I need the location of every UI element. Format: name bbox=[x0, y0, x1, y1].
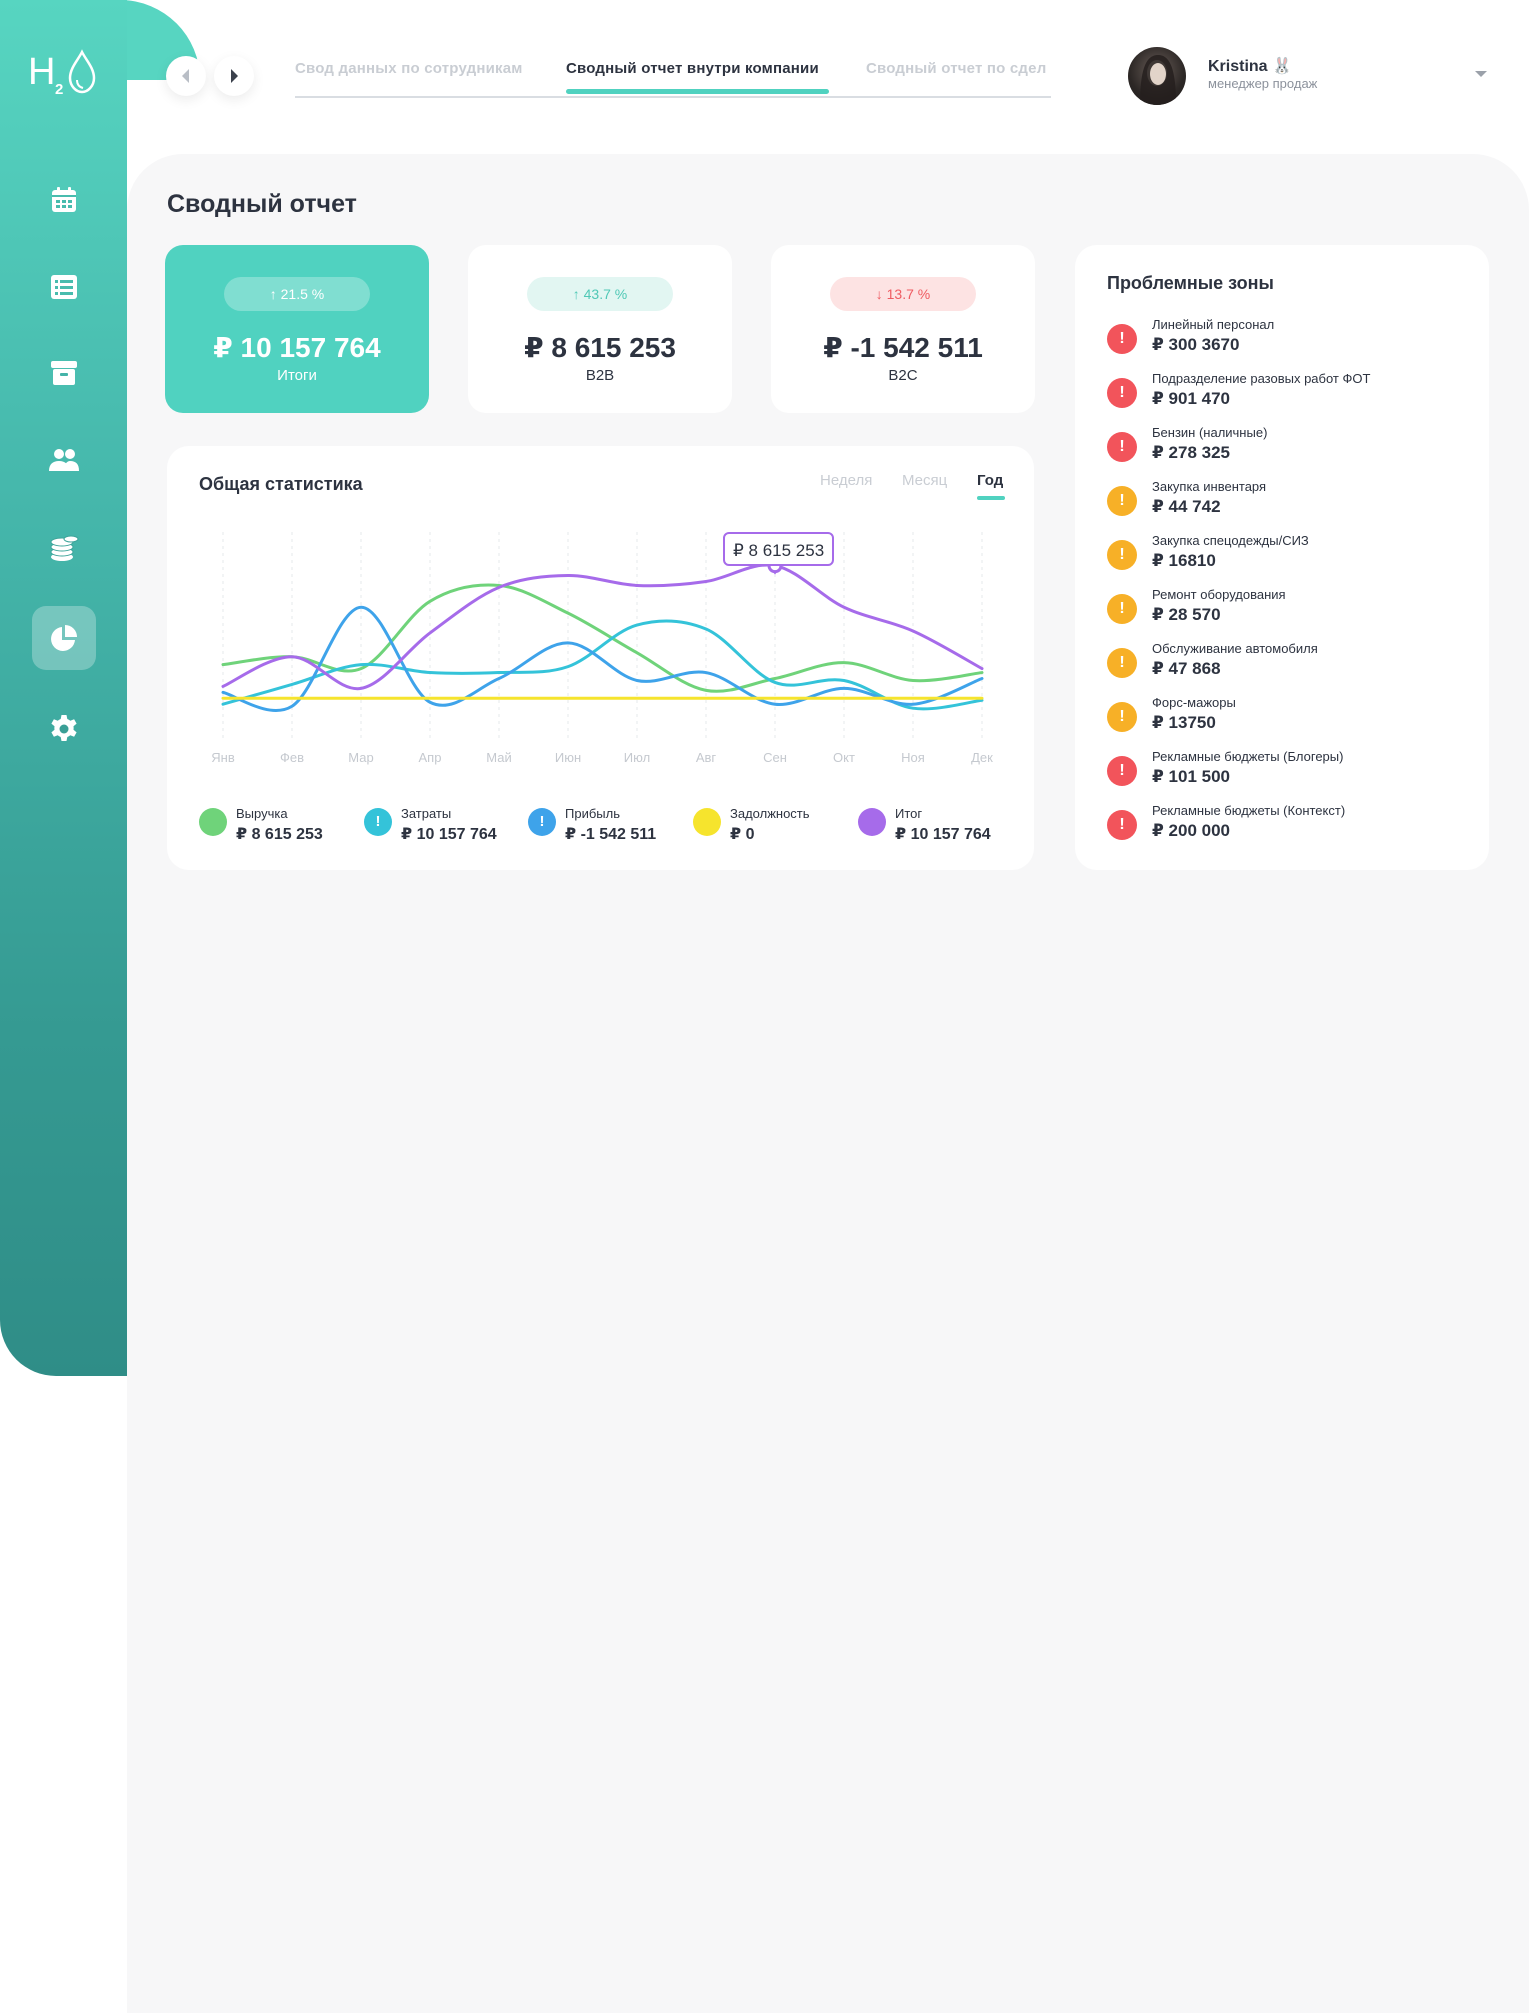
problem-name: Обслуживание автомобиля bbox=[1152, 641, 1318, 656]
alert-icon: ! bbox=[1107, 648, 1137, 678]
problems-title: Проблемные зоны bbox=[1107, 273, 1274, 293]
x-tick-label: Фев bbox=[280, 750, 304, 765]
problem-value: ₽ 101 500 bbox=[1152, 767, 1231, 786]
problem-name: Форс-мажоры bbox=[1152, 695, 1236, 710]
problems-card: Проблемные зоны ! Линейный персонал ₽ 300 … bbox=[1075, 245, 1489, 870]
alert-icon: ! bbox=[1107, 486, 1137, 516]
x-tick-label: Дек bbox=[971, 750, 993, 765]
legend-value: ₽ -1 542 511 bbox=[565, 826, 657, 843]
alert-icon: ! bbox=[1107, 540, 1137, 570]
problem-value: ₽ 200 000 bbox=[1152, 821, 1231, 840]
problem-item[interactable]: ! Подразделение разовых работ ФОТ ₽ 901 47… bbox=[1107, 371, 1477, 421]
x-tick-label: Июн bbox=[555, 750, 581, 765]
problem-item[interactable]: ! Рекламные бюджеты (Блогеры) ₽ 101 500 bbox=[1107, 749, 1477, 799]
problem-name: Закупка инвентаря bbox=[1152, 479, 1267, 494]
alert-icon: ! bbox=[1107, 324, 1137, 354]
problem-item[interactable]: ! Обслуживание автомобиля ₽ 47 868 bbox=[1107, 641, 1477, 691]
problem-item[interactable]: ! Закупка инвентаря ₽ 44 742 bbox=[1107, 479, 1477, 529]
legend-name: Прибыль bbox=[565, 806, 620, 821]
legend-value: ₽ 8 615 253 bbox=[236, 826, 323, 843]
problem-value: ₽ 44 742 bbox=[1152, 497, 1221, 516]
x-tick-label: Окт bbox=[833, 750, 855, 765]
alert-icon: ! bbox=[1107, 702, 1137, 732]
legend-value: ₽ 10 157 764 bbox=[401, 826, 497, 843]
legend-dot: ! bbox=[364, 808, 392, 836]
problem-item[interactable]: ! Форс-мажоры ₽ 13750 bbox=[1107, 695, 1477, 745]
problem-item[interactable]: ! Ремонт оборудования ₽ 28 570 bbox=[1107, 587, 1477, 637]
problem-item[interactable]: ! Закупка спецодежды/СИЗ ₽ 16810 bbox=[1107, 533, 1477, 583]
problem-value: ₽ 16810 bbox=[1152, 551, 1216, 570]
problem-value: ₽ 13750 bbox=[1152, 713, 1216, 732]
x-tick-label: Апр bbox=[419, 750, 442, 765]
problem-name: Линейный персонал bbox=[1152, 317, 1275, 332]
legend-dot bbox=[199, 808, 227, 836]
problem-name: Бензин (наличные) bbox=[1152, 425, 1268, 440]
problem-value: ₽ 278 325 bbox=[1152, 443, 1231, 462]
problem-value: ₽ 47 868 bbox=[1152, 659, 1221, 678]
x-tick-label: Авг bbox=[696, 750, 717, 765]
chart-tooltip: ₽ 8 615 253 bbox=[723, 532, 835, 566]
alert-icon: ! bbox=[1107, 378, 1137, 408]
problem-value: ₽ 901 470 bbox=[1152, 389, 1231, 408]
legend-dot: ! bbox=[528, 808, 556, 836]
x-tick-label: Май bbox=[486, 750, 511, 765]
legend-dot bbox=[693, 808, 721, 836]
problem-name: Ремонт оборудования bbox=[1152, 587, 1286, 602]
x-tick-label: Сен bbox=[763, 750, 787, 765]
legend-value: ₽ 10 157 764 bbox=[895, 826, 991, 843]
legend-name: Итог bbox=[895, 806, 923, 821]
legend-name: Задолжность bbox=[730, 806, 810, 821]
problem-name: Закупка спецодежды/СИЗ bbox=[1152, 533, 1309, 548]
problem-name: Подразделение разовых работ ФОТ bbox=[1152, 371, 1371, 386]
problem-name: Рекламные бюджеты (Блогеры) bbox=[1152, 749, 1344, 764]
problem-item[interactable]: ! Бензин (наличные) ₽ 278 325 bbox=[1107, 425, 1477, 475]
x-tick-label: Мар bbox=[348, 750, 373, 765]
series-line bbox=[221, 583, 984, 693]
legend-dot bbox=[858, 808, 886, 836]
problem-item[interactable]: ! Рекламные бюджеты (Контекст) ₽ 200 000 bbox=[1107, 803, 1477, 853]
x-tick-label: Июл bbox=[624, 750, 650, 765]
problem-value: ₽ 28 570 bbox=[1152, 605, 1221, 624]
x-tick-label: Янв bbox=[211, 750, 235, 765]
problem-name: Рекламные бюджеты (Контекст) bbox=[1152, 803, 1346, 818]
legend-value: ₽ 0 bbox=[730, 826, 755, 843]
alert-icon: ! bbox=[1107, 432, 1137, 462]
x-tick-label: Ноя bbox=[901, 750, 925, 765]
problem-value: ₽ 300 3670 bbox=[1152, 335, 1240, 354]
alert-icon: ! bbox=[1107, 756, 1137, 786]
alert-icon: ! bbox=[1107, 594, 1137, 624]
legend-name: Выручка bbox=[236, 806, 288, 821]
problem-item[interactable]: ! Линейный персонал ₽ 300 3670 bbox=[1107, 317, 1477, 367]
alert-icon: ! bbox=[1107, 810, 1137, 840]
series-line bbox=[221, 605, 984, 712]
legend-name: Затраты bbox=[401, 806, 452, 821]
